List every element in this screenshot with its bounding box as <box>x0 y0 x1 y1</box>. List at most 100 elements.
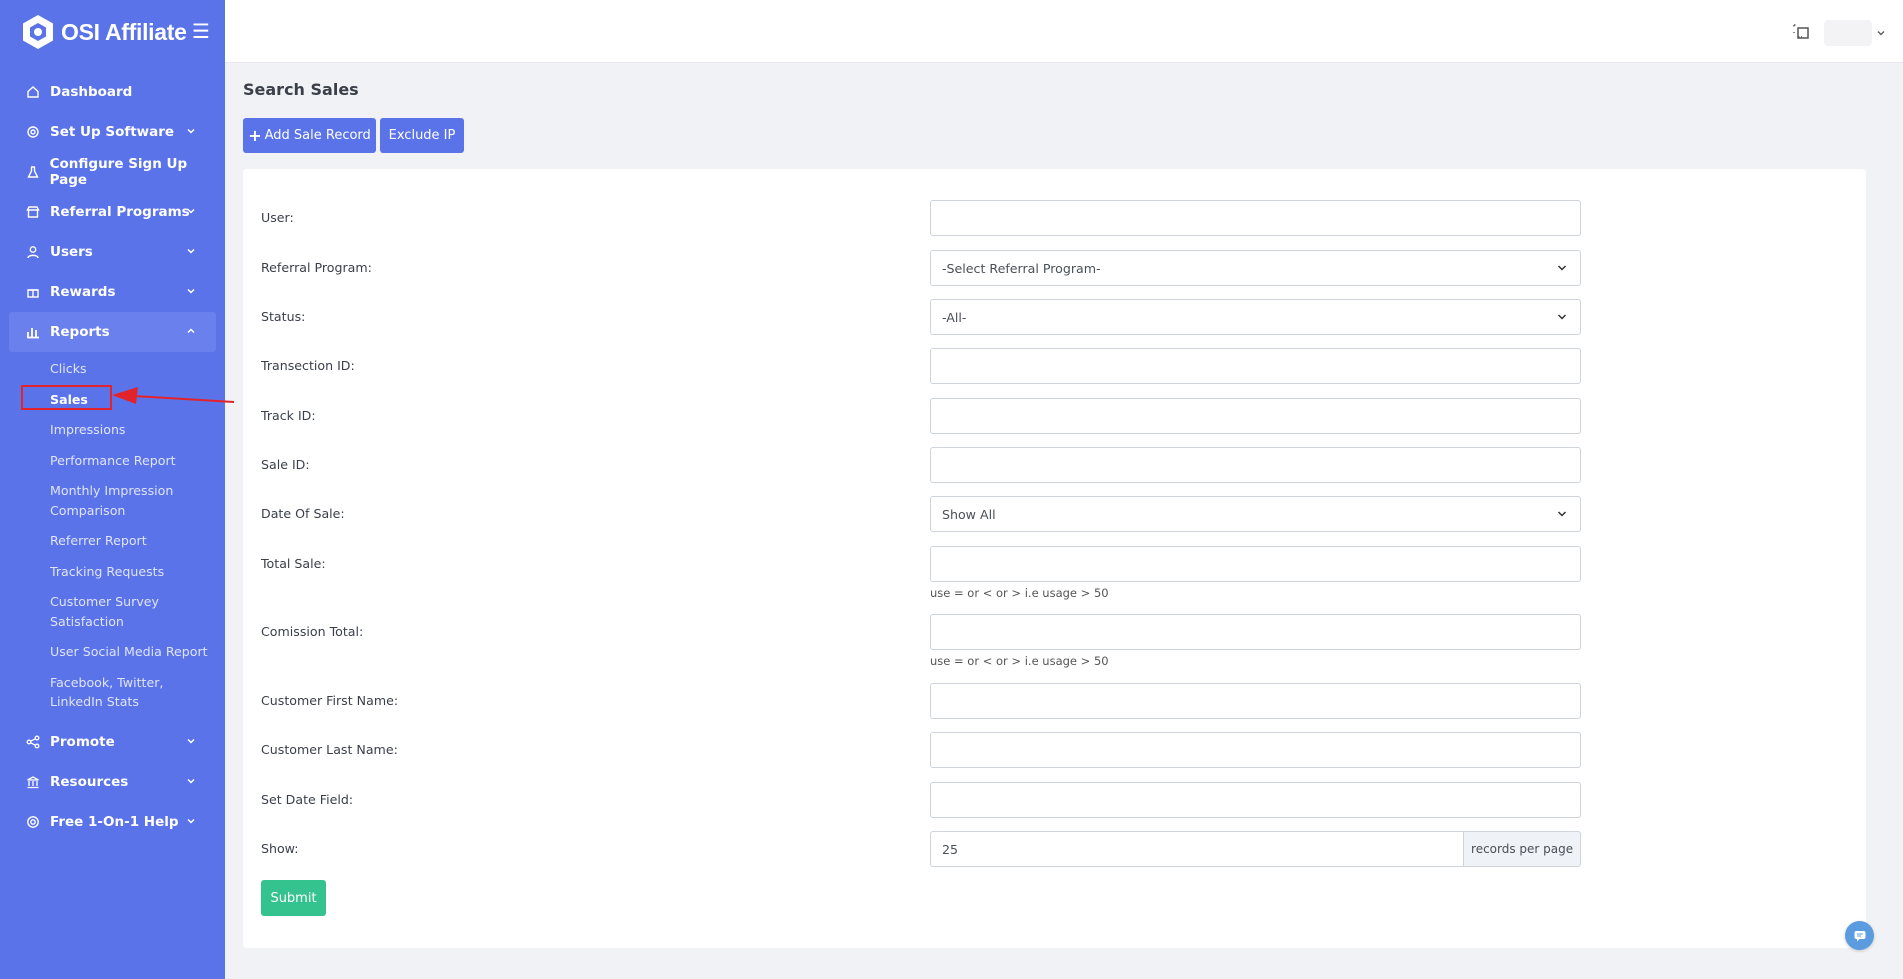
sidebar-item-rewards[interactable]: Rewards <box>0 272 225 312</box>
field-label: Customer First Name: <box>261 693 399 708</box>
chevron-down-icon <box>1557 314 1567 320</box>
avatar[interactable] <box>1824 20 1872 46</box>
chevron-down-icon <box>187 288 195 294</box>
top-bar <box>225 0 1903 63</box>
form-row-comission-total: Comission Total: use = or < or > i.e usa… <box>243 614 1866 668</box>
form-row-sale-id: Sale ID: <box>243 447 1866 483</box>
sidebar-item-reports[interactable]: Reports <box>9 312 216 352</box>
sidebar-item-dashboard[interactable]: Dashboard <box>0 72 225 112</box>
add-sale-record-button[interactable]: + Add Sale Record <box>243 118 376 153</box>
submenu-item-customer-survey-satisfaction[interactable]: Customer Survey Satisfaction <box>0 587 225 637</box>
chat-icon <box>1854 930 1865 941</box>
sidebar-item-label: Set Up Software <box>50 124 175 140</box>
sidebar-item-resources[interactable]: Resources <box>0 762 225 802</box>
records-per-page-group: 25 records per page <box>930 831 1581 867</box>
chevron-down-icon <box>187 778 195 784</box>
logo-icon <box>20 14 56 50</box>
submenu-item-referrer-report[interactable]: Referrer Report <box>0 526 225 557</box>
submenu-item-monthly-impression-comparison[interactable]: Monthly Impression Comparison <box>0 476 225 526</box>
bank-icon <box>25 774 41 790</box>
field-label: Customer Last Name: <box>261 742 398 757</box>
form-row-total-sale: Total Sale: use = or < or > i.e usage > … <box>243 546 1866 600</box>
submenu-item-tracking-requests[interactable]: Tracking Requests <box>0 557 225 588</box>
form-row-customer-last-name: Customer Last Name: <box>243 732 1866 768</box>
submenu-item-performance-report[interactable]: Performance Report <box>0 446 225 477</box>
form-row-set-date-field: Set Date Field: <box>243 782 1866 818</box>
fullscreen-icon[interactable] <box>1791 22 1811 42</box>
share-icon <box>25 734 41 750</box>
form-row-track-id: Track ID: <box>243 398 1866 434</box>
sidebar-item-configure-sign-up-page[interactable]: Configure Sign Up Page <box>0 152 225 192</box>
hamburger-menu-icon[interactable]: ☰ <box>192 21 210 41</box>
field-label: Transection ID: <box>261 358 355 373</box>
chevron-down-icon <box>187 128 195 134</box>
sidebar-item-label: Resources <box>50 773 129 790</box>
chevron-down-icon[interactable] <box>1876 28 1886 38</box>
red-arrow-annotation <box>112 387 235 404</box>
chevron-up-icon <box>187 328 195 334</box>
field-hint: use = or < or > i.e usage > 50 <box>930 654 1109 668</box>
field-label: Comission Total: <box>261 624 364 639</box>
total-sale-input[interactable] <box>930 546 1581 582</box>
form-row-customer-first-name: Customer First Name: <box>243 683 1866 719</box>
sidebar: OSI Affiliate ☰ Dashboard Set Up Softwar… <box>0 0 235 979</box>
sidebar-item-label: Users <box>50 244 93 260</box>
date-of-sale-select[interactable]: Show All <box>930 496 1581 532</box>
sidebar-item-free-1-on-1-help[interactable]: Free 1-On-1 Help <box>0 802 225 842</box>
field-label: User: <box>261 210 294 225</box>
field-label: Status: <box>261 309 306 324</box>
chat-widget-button[interactable] <box>1845 921 1874 950</box>
sidebar-item-users[interactable]: Users <box>0 232 225 272</box>
sidebar-item-set-up-software[interactable]: Set Up Software <box>0 112 225 152</box>
sidebar-item-promote[interactable]: Promote <box>0 722 225 762</box>
submit-button[interactable]: Submit <box>261 880 326 916</box>
set-date-field-input[interactable] <box>930 782 1581 818</box>
transection-id-input[interactable] <box>930 348 1581 384</box>
sidebar-item-label: Rewards <box>50 284 116 300</box>
customer-first-name-input[interactable] <box>930 683 1581 719</box>
sidebar-item-label: Promote <box>50 733 115 750</box>
chevron-down-icon <box>187 738 195 744</box>
submenu-item-impressions[interactable]: Impressions <box>0 415 225 446</box>
exclude-ip-button[interactable]: Exclude IP <box>380 118 464 153</box>
flask-icon <box>25 164 41 180</box>
chevron-down-icon <box>1557 511 1567 517</box>
form-row-show: Show: 25 records per page <box>243 831 1866 867</box>
lifebuoy-icon <box>25 814 41 830</box>
sale-id-input[interactable] <box>930 447 1581 483</box>
form-row-user: User: <box>243 200 1866 236</box>
home-icon <box>25 84 41 100</box>
sidebar-item-label: Referral Programs <box>50 204 190 220</box>
sales-highlight-box <box>21 385 112 410</box>
customer-last-name-input[interactable] <box>930 732 1581 768</box>
chevron-down-icon <box>187 818 195 824</box>
referral-program-select[interactable]: -Select Referral Program- <box>930 250 1581 286</box>
comission-total-input[interactable] <box>930 614 1581 650</box>
brand-name: OSI Affiliate <box>61 18 187 45</box>
track-id-input[interactable] <box>930 398 1581 434</box>
chevron-down-icon <box>187 248 195 254</box>
page-title: Search Sales <box>243 80 359 99</box>
sidebar-menu: Dashboard Set Up Software Configure Sign… <box>0 72 225 842</box>
status-select[interactable]: -All- <box>930 299 1581 335</box>
field-label: Track ID: <box>261 408 316 423</box>
user-input[interactable] <box>930 200 1581 236</box>
search-form-card: User: Referral Program: -Select Referral… <box>243 169 1866 948</box>
user-icon <box>25 244 41 260</box>
field-label: Sale ID: <box>261 457 310 472</box>
chevron-down-icon <box>187 208 195 214</box>
submenu-item-clicks[interactable]: Clicks <box>0 354 225 385</box>
sidebar-item-referral-programs[interactable]: Referral Programs <box>0 192 225 232</box>
sidebar-item-label: Configure Sign Up Page <box>49 156 188 188</box>
submenu-item-user-social-media-report[interactable]: User Social Media Report <box>0 637 225 668</box>
field-label: Referral Program: <box>261 260 372 275</box>
gift-icon <box>25 284 41 300</box>
submenu-item-facebook-twitter-linkedin-stats[interactable]: Facebook, Twitter, LinkedIn Stats <box>0 668 225 718</box>
field-label: Show: <box>261 841 299 856</box>
field-label: Date Of Sale: <box>261 506 345 521</box>
gear-icon <box>25 124 41 140</box>
records-per-page-addon: records per page <box>1464 831 1581 867</box>
sidebar-item-label: Reports <box>50 324 110 340</box>
records-per-page-input[interactable]: 25 <box>930 831 1465 867</box>
chevron-down-icon <box>1557 265 1567 271</box>
